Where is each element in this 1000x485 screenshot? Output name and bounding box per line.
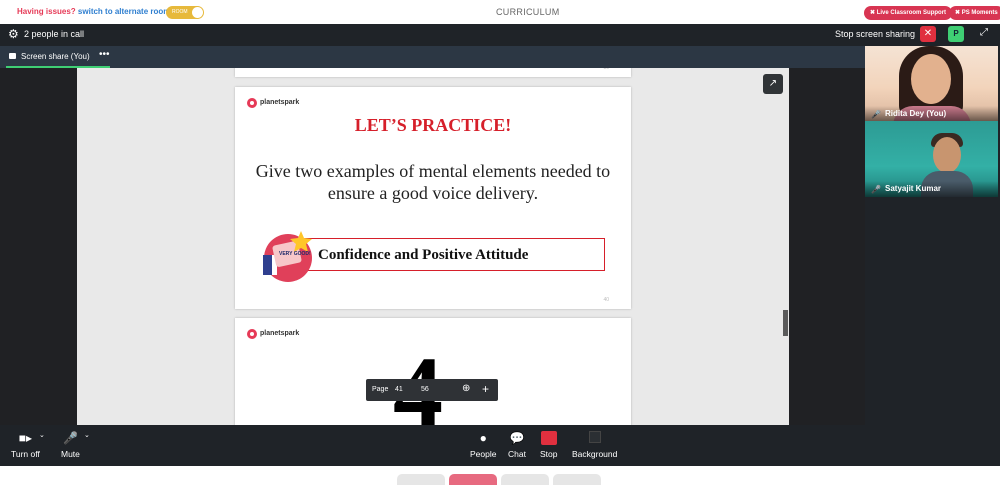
ps-moments-button[interactable]: ✖ PS Moments — [949, 6, 1000, 20]
badge-text: VERY GOOD! — [279, 251, 311, 257]
mic-icon: 🎤 — [871, 185, 881, 194]
logo-text: planetspark — [260, 99, 300, 106]
expand-icon[interactable]: ⤢ — [980, 27, 988, 38]
answer-box: Confidence and Positive Attitude — [293, 238, 605, 271]
popout-icon[interactable]: ↗ — [763, 74, 783, 94]
chat-button[interactable]: 💬 Chat — [508, 431, 526, 459]
logo-mark-icon — [247, 329, 257, 339]
scrollbar-thumb[interactable] — [783, 310, 788, 336]
switch-room-link[interactable]: switch to alternate room — [78, 7, 170, 16]
pdf-viewer[interactable]: 39 planetspark LET’S PRACTICE! Give two … — [77, 68, 789, 425]
participant-name: Ridita Dey (You) — [885, 109, 947, 118]
room-toggle[interactable]: ROOM — [166, 6, 204, 19]
screen-share-icon — [9, 53, 16, 59]
chevron-down-icon[interactable]: ⌄ — [39, 431, 45, 439]
stop-share-icon — [540, 431, 558, 445]
current-slide: planetspark LET’S PRACTICE! Give two exa… — [235, 87, 631, 309]
stop-sharing-button[interactable]: ✕ — [920, 26, 936, 42]
zoom-icon[interactable]: ⊕ — [462, 383, 470, 394]
gear-icon[interactable]: ⚙ — [8, 28, 20, 40]
logo-mark-icon — [247, 98, 257, 108]
control-bar: ■▸ Turn off ⌄ 🎤 Mute ⌄ ● People 💬 Chat S… — [0, 425, 1000, 466]
live-support-button[interactable]: ✖ Live Classroom Support — [864, 6, 953, 20]
mic-icon: 🎤 — [871, 110, 881, 119]
tab-bar: Screen share (You) ••• — [0, 46, 865, 68]
participant-name-bar: 🎤 Ridita Dey (You) — [865, 106, 998, 122]
issues-question: Having issues? — [17, 7, 76, 16]
stop-sharing-label: Stop screen sharing — [835, 29, 916, 39]
camera-label: Turn off — [11, 449, 40, 459]
people-button[interactable]: ● People — [470, 431, 496, 459]
people-label: People — [470, 449, 497, 459]
logo-text: planetspark — [260, 330, 300, 337]
participant-badge[interactable]: P — [948, 26, 964, 42]
answer-text: Confidence and Positive Attitude — [318, 247, 529, 263]
presentation-stage: 39 planetspark LET’S PRACTICE! Give two … — [0, 68, 865, 425]
issues-banner: Having issues? switch to alternate room — [17, 7, 170, 16]
curriculum-title: CURRICULUM — [496, 7, 560, 17]
background-icon — [572, 431, 617, 445]
mic-label: Mute — [61, 449, 80, 459]
background-button[interactable]: Background — [572, 431, 617, 459]
total-pages: 56 — [421, 386, 429, 393]
zoom-in-icon[interactable]: + — [482, 382, 489, 396]
top-bar: Having issues? switch to alternate room … — [0, 0, 1000, 24]
tab-label: Screen share (You) — [21, 52, 90, 61]
mic-button[interactable]: 🎤 Mute — [61, 431, 80, 459]
dock-item[interactable] — [501, 474, 549, 485]
page-label: Page — [372, 386, 389, 393]
current-page-input[interactable]: 41 — [395, 386, 403, 393]
participant-face — [933, 137, 961, 173]
call-header: ⚙ 2 people in call Stop screen sharing ✕… — [0, 24, 1000, 46]
camera-icon: ■▸ — [18, 431, 33, 445]
more-options-icon[interactable]: ••• — [99, 49, 110, 60]
participant-tile[interactable]: 🎤 Satyajit Kumar — [865, 121, 998, 197]
background-label: Background — [572, 449, 618, 459]
participant-name-bar: 🎤 Satyajit Kumar — [865, 181, 998, 197]
chevron-down-icon[interactable]: ⌄ — [84, 431, 90, 439]
very-good-badge-icon: VERY GOOD! — [263, 231, 312, 282]
page-number: 40 — [603, 297, 609, 303]
dock-item[interactable] — [449, 474, 497, 485]
participant-face — [911, 54, 951, 104]
person-icon: ● — [479, 431, 487, 445]
next-slide: planetspark 4 — [235, 318, 631, 425]
participant-name: Satyajit Kumar — [885, 184, 942, 193]
camera-button[interactable]: ■▸ Turn off — [11, 431, 40, 459]
people-count: 2 people in call — [24, 29, 85, 39]
previous-slide: 39 — [235, 68, 631, 77]
stop-share-button[interactable]: Stop — [540, 431, 558, 459]
dock-item[interactable] — [397, 474, 445, 485]
tab-screen-share[interactable]: Screen share (You) ••• — [6, 46, 110, 68]
slide-heading: LET’S PRACTICE! — [354, 115, 512, 135]
page-number: 39 — [603, 68, 609, 71]
participant-tile[interactable]: 🎤 Ridita Dey (You) — [865, 46, 998, 122]
page-toolbar: Page 41 56 ⊕ + — [366, 379, 498, 401]
stop-label: Stop — [540, 449, 558, 459]
chat-icon: 💬 — [509, 431, 525, 445]
mic-icon: 🎤 — [62, 431, 78, 445]
call-window: ⚙ 2 people in call Stop screen sharing ✕… — [0, 24, 1000, 466]
chat-label: Chat — [508, 449, 526, 459]
dock-item[interactable] — [553, 474, 601, 485]
room-toggle-label: ROOM — [172, 9, 188, 15]
slide-body: Give two examples of mental elements nee… — [255, 161, 611, 203]
room-toggle-knob — [192, 7, 203, 18]
